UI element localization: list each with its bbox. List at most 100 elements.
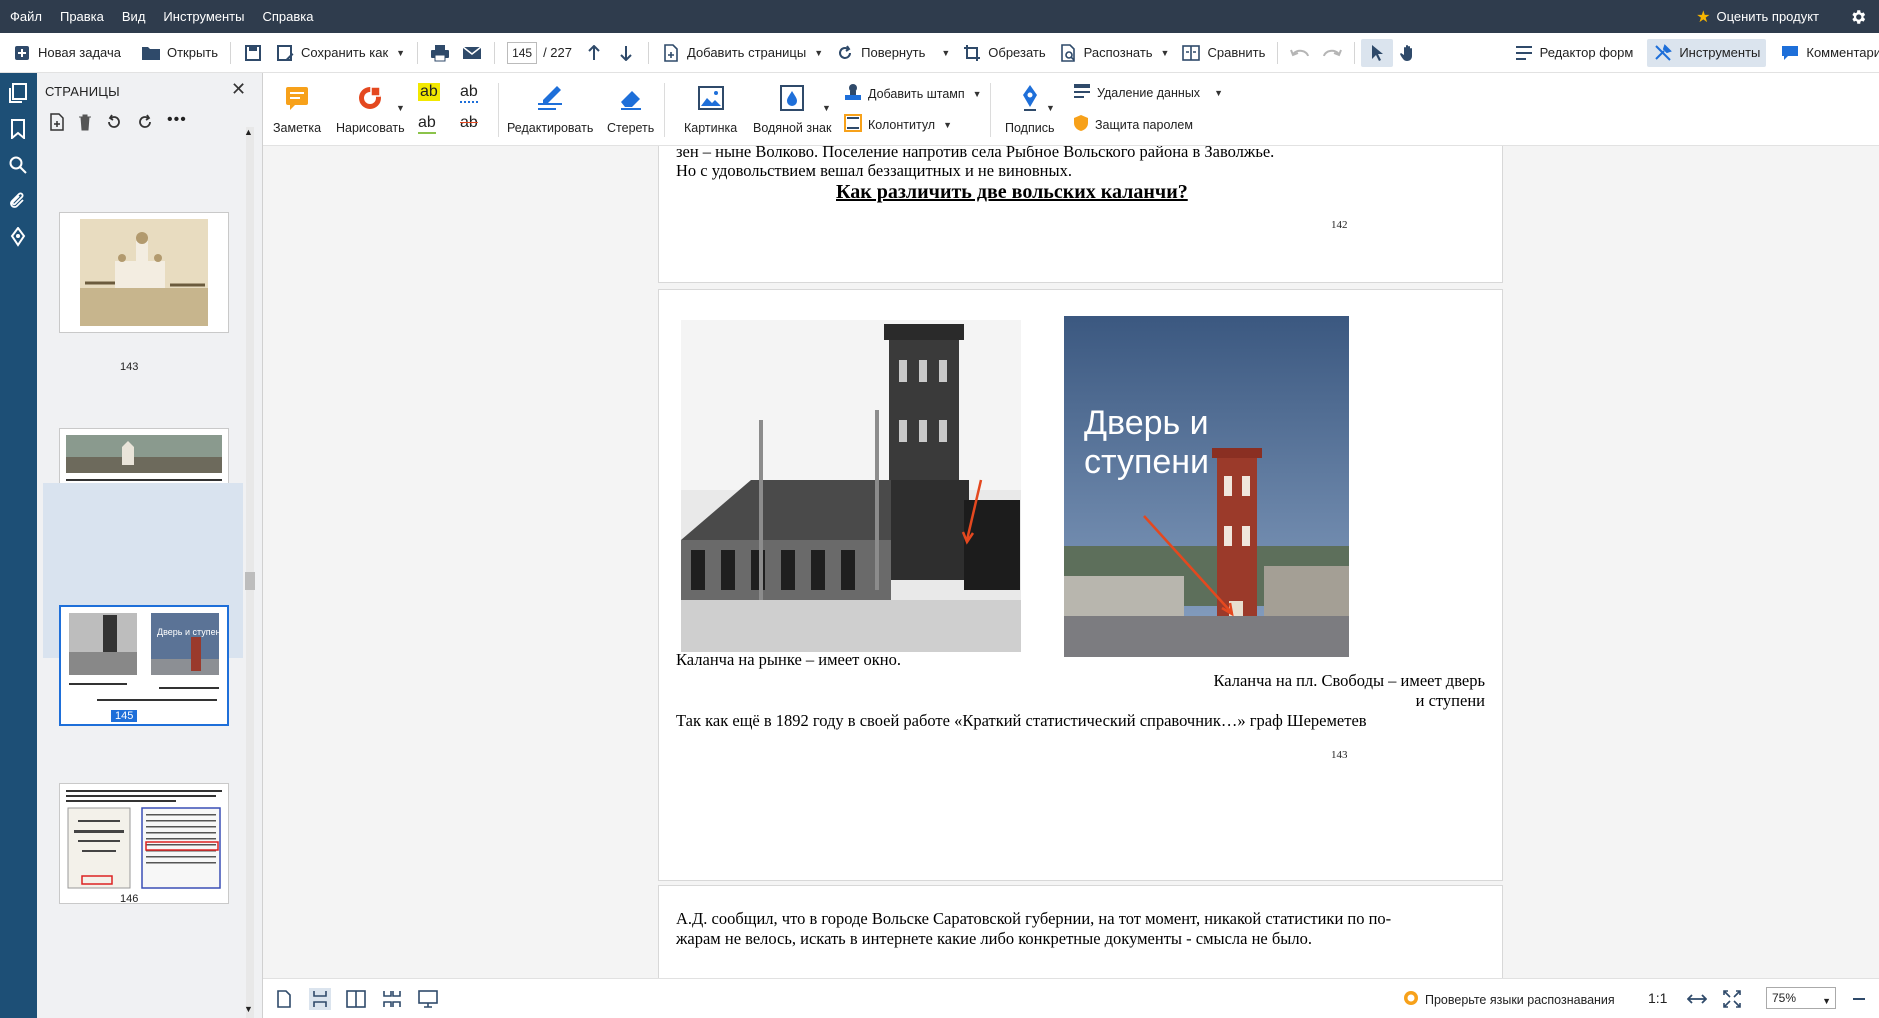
delete-data-button[interactable]: Удаление данных ▼ bbox=[1073, 83, 1223, 102]
page-thumbnail-143[interactable] bbox=[59, 212, 229, 333]
comments-button[interactable]: Комментари bbox=[1774, 39, 1879, 67]
crop-button[interactable]: Обрезать bbox=[956, 39, 1051, 67]
pages-icon[interactable] bbox=[6, 81, 30, 105]
tools-button[interactable]: Инструменты bbox=[1647, 38, 1767, 67]
chevron-down-icon[interactable]: ▼ bbox=[396, 48, 405, 58]
hand-tool-button[interactable] bbox=[1393, 39, 1425, 67]
undo-button[interactable] bbox=[1284, 39, 1316, 67]
signature-panel-icon[interactable] bbox=[6, 225, 30, 249]
page-thumbnail-145[interactable]: Дверь и ступени bbox=[59, 605, 229, 726]
chevron-down-icon[interactable]: ▼ bbox=[396, 103, 405, 113]
compare-icon bbox=[1181, 43, 1201, 63]
chevron-down-icon[interactable]: ▼ bbox=[973, 89, 982, 99]
close-icon[interactable]: ✕ bbox=[231, 79, 246, 100]
document-page-144: А.Д. сообщил, что в городе Вольске Сарат… bbox=[659, 886, 1502, 978]
single-page-view-icon[interactable] bbox=[273, 988, 295, 1010]
form-icon bbox=[1514, 43, 1534, 63]
gear-icon[interactable] bbox=[1847, 6, 1869, 28]
underline-squiggle-button[interactable]: ab bbox=[460, 83, 478, 103]
main-toolbar: Новая задача Открыть Сохранить как ▼ 145… bbox=[0, 33, 1879, 73]
menu-view[interactable]: Вид bbox=[113, 0, 155, 33]
email-button[interactable] bbox=[456, 39, 488, 67]
chevron-down-icon[interactable]: ▼ bbox=[1214, 88, 1223, 98]
signature-label: Подпись bbox=[1005, 121, 1055, 135]
save-button[interactable] bbox=[237, 39, 269, 67]
rotate-right-icon[interactable] bbox=[136, 113, 154, 134]
search-icon[interactable] bbox=[6, 153, 30, 177]
picture-button[interactable]: Картинка bbox=[684, 83, 737, 135]
select-tool-button[interactable] bbox=[1361, 38, 1394, 67]
print-button[interactable] bbox=[424, 39, 456, 67]
strikeout-text-button[interactable]: ab bbox=[460, 114, 478, 132]
prev-page-button[interactable] bbox=[578, 39, 610, 67]
trash-icon[interactable] bbox=[78, 113, 92, 134]
two-page-view-icon[interactable] bbox=[345, 988, 367, 1010]
attachment-icon[interactable] bbox=[6, 189, 30, 213]
add-pages-button[interactable]: Добавить страницы ▼ bbox=[655, 39, 829, 67]
comment-icon bbox=[1780, 43, 1800, 63]
menu-tools[interactable]: Инструменты bbox=[154, 0, 253, 33]
header-footer-icon bbox=[844, 114, 862, 135]
signature-pen-icon bbox=[1015, 83, 1045, 113]
menu-edit[interactable]: Правка bbox=[51, 0, 113, 33]
underline-text-button[interactable]: ab bbox=[418, 114, 436, 134]
document-page-142: зен – ныне Волково. Поселение напротив с… bbox=[659, 146, 1502, 282]
tools-label: Инструменты bbox=[1679, 45, 1761, 60]
add-stamp-button[interactable]: Добавить штамп ▼ bbox=[844, 83, 982, 104]
rotate-left-icon[interactable] bbox=[105, 113, 123, 134]
form-editor-button[interactable]: Редактор форм bbox=[1508, 39, 1640, 67]
fit-page-icon[interactable] bbox=[1721, 988, 1743, 1010]
bookmark-icon[interactable] bbox=[6, 117, 30, 141]
zoom-select[interactable]: 75% ▼ bbox=[1766, 987, 1836, 1009]
envelope-icon bbox=[462, 43, 482, 63]
new-task-button[interactable]: Новая задача bbox=[6, 39, 127, 67]
chevron-down-icon[interactable]: ▼ bbox=[814, 48, 823, 58]
crop-icon bbox=[962, 43, 982, 63]
pages-scrollbar[interactable]: ▲ ▼ bbox=[244, 127, 256, 1018]
chevron-down-icon[interactable]: ▼ bbox=[1046, 103, 1055, 113]
two-page-continuous-icon[interactable] bbox=[381, 988, 403, 1010]
rotate-icon bbox=[835, 43, 855, 63]
erase-button[interactable]: Стереть bbox=[607, 83, 654, 135]
password-protect-button[interactable]: Защита паролем bbox=[1073, 114, 1193, 135]
chevron-down-icon[interactable]: ▼ bbox=[941, 48, 950, 58]
highlight-text-button[interactable]: ab bbox=[418, 83, 440, 101]
redo-button[interactable] bbox=[1316, 39, 1348, 67]
page-number-input[interactable]: 145 bbox=[507, 41, 538, 64]
rotate-label: Повернуть bbox=[861, 45, 926, 60]
watermark-button[interactable]: Водяной знак bbox=[753, 83, 831, 135]
page-navigator: 145 / 227 bbox=[501, 39, 578, 67]
check-languages-link[interactable]: Проверьте языки распознавания bbox=[1403, 990, 1615, 1009]
save-as-label: Сохранить как bbox=[301, 45, 389, 60]
continuous-view-icon[interactable] bbox=[309, 988, 331, 1010]
rate-product-button[interactable]: ★ Оценить продукт bbox=[1696, 7, 1819, 27]
scroll-up-icon[interactable]: ▲ bbox=[244, 127, 253, 137]
chevron-down-icon[interactable]: ▼ bbox=[1161, 48, 1170, 58]
presentation-icon[interactable] bbox=[417, 988, 439, 1010]
menu-help[interactable]: Справка bbox=[253, 0, 322, 33]
scrollbar-thumb[interactable] bbox=[245, 572, 255, 590]
more-icon[interactable]: ••• bbox=[167, 112, 187, 134]
recognize-button[interactable]: Распознать ▼ bbox=[1052, 39, 1176, 67]
chevron-down-icon[interactable]: ▼ bbox=[822, 103, 831, 113]
draw-button[interactable]: Нарисовать bbox=[336, 83, 405, 135]
menu-file[interactable]: Файл bbox=[0, 0, 51, 33]
edit-button[interactable]: Редактировать bbox=[507, 83, 593, 135]
next-page-button[interactable] bbox=[610, 39, 642, 67]
page-thumbnail-146[interactable] bbox=[59, 783, 229, 904]
save-as-button[interactable]: Сохранить как ▼ bbox=[269, 39, 411, 67]
fit-width-icon[interactable] bbox=[1686, 988, 1708, 1010]
note-button[interactable]: Заметка bbox=[273, 83, 321, 135]
thumbnail-label: 146 bbox=[120, 893, 139, 905]
actual-size-button[interactable]: 1:1 bbox=[1648, 990, 1667, 1006]
pages-panel: СТРАНИЦЫ ✕ ••• 143 Дверь и ступени 145 1… bbox=[37, 73, 263, 1018]
zoom-out-icon[interactable] bbox=[1848, 988, 1870, 1010]
compare-button[interactable]: Сравнить bbox=[1175, 39, 1271, 67]
header-footer-button[interactable]: Колонтитул ▼ bbox=[844, 114, 952, 135]
chevron-down-icon[interactable]: ▼ bbox=[943, 120, 952, 130]
document-view[interactable]: зен – ныне Волково. Поселение напротив с… bbox=[263, 146, 1879, 978]
rotate-button[interactable]: Повернуть ▼ bbox=[829, 39, 956, 67]
open-button[interactable]: Открыть bbox=[135, 39, 224, 67]
add-page-icon[interactable] bbox=[49, 113, 65, 134]
scroll-down-icon[interactable]: ▼ bbox=[244, 1004, 253, 1014]
